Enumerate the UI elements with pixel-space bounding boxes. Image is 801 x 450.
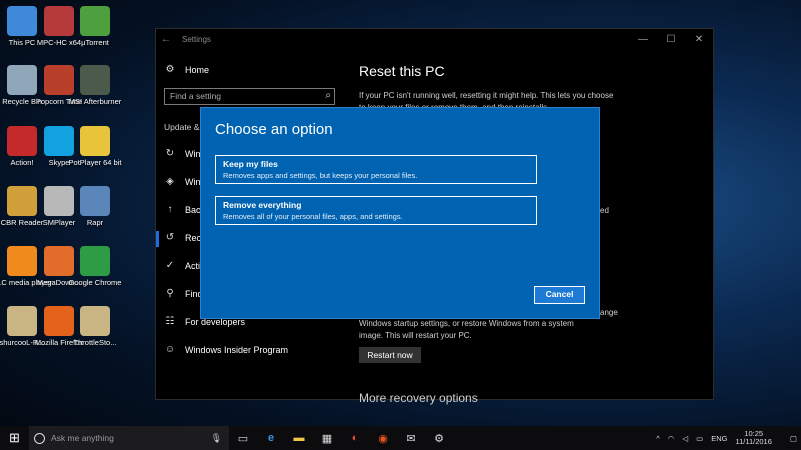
- backup-icon: ↑: [167, 204, 173, 215]
- restart-now-button[interactable]: Restart now: [359, 347, 421, 363]
- option-subtitle: Removes apps and settings, but keeps you…: [223, 171, 418, 180]
- desktop-icon-label: Rapr: [86, 218, 104, 227]
- edge-browser-icon[interactable]: e: [257, 432, 285, 444]
- clock-date: 11/11/2016: [735, 437, 772, 446]
- close-button[interactable]: ✕: [685, 34, 713, 45]
- choose-option-dialog: Choose an option Keep my files Removes a…: [201, 108, 599, 318]
- mail-icon[interactable]: ✉: [397, 432, 425, 445]
- option-subtitle: Removes all of your personal files, apps…: [223, 212, 403, 221]
- developer-icon: ☷: [165, 316, 175, 327]
- desktop-icon[interactable]: Rapr: [65, 186, 125, 227]
- app-icon: [80, 246, 110, 276]
- insider-icon: ☺: [164, 344, 176, 355]
- option-title: Keep my files: [223, 159, 278, 169]
- window-title: Settings: [182, 34, 211, 44]
- volume-icon[interactable]: ◁: [682, 434, 688, 443]
- ubuntu-icon[interactable]: ◉: [369, 432, 397, 445]
- nav-item[interactable]: ↻ Wind: [164, 148, 206, 159]
- shield-icon: ◈: [166, 176, 174, 187]
- title-bar: ← Settings — ☐ ✕: [156, 29, 713, 49]
- desktop-icon[interactable]: MSI Afterburner: [65, 65, 125, 106]
- nav-item[interactable]: ⚲ Find: [164, 288, 203, 299]
- cortana-search-box[interactable]: Ask me anything 🎙: [29, 426, 229, 450]
- section-header: Update &: [164, 122, 200, 132]
- maximize-button[interactable]: ☐: [657, 34, 685, 45]
- nav-item-label: Windows Insider Program: [185, 344, 289, 355]
- clock[interactable]: 10:25 11/11/2016: [735, 430, 771, 446]
- app-icon: [80, 186, 110, 216]
- desktop-icon[interactable]: PotPlayer 64 bit: [65, 126, 125, 167]
- desktop-icon-label: Google Chrome: [68, 278, 122, 287]
- desktop-icon-label: ThrottleSto...: [73, 338, 117, 347]
- nav-home[interactable]: ⚙ Home: [164, 64, 210, 75]
- reset-title: Reset this PC: [359, 63, 445, 79]
- find-setting-input[interactable]: Find a setting ⌕: [164, 88, 335, 105]
- refresh-icon: ↻: [165, 148, 175, 159]
- find-device-icon: ⚲: [166, 288, 174, 299]
- more-recovery-heading: More recovery options: [359, 391, 478, 405]
- action-center-icon[interactable]: ▢: [790, 434, 797, 443]
- keep-my-files-option[interactable]: Keep my files Removes apps and settings,…: [215, 155, 537, 184]
- search-icon: ⌕: [325, 90, 331, 101]
- obscured-text-ed: ed: [600, 206, 609, 215]
- nav-item[interactable]: ☺ Windows Insider Program: [164, 344, 288, 355]
- dialog-title: Choose an option: [215, 121, 333, 138]
- task-view-icon[interactable]: ▭: [229, 432, 257, 445]
- file-explorer-icon[interactable]: ▬: [285, 432, 313, 444]
- nav-home-label: Home: [185, 64, 210, 75]
- desktop-icon[interactable]: µTorrent: [65, 6, 125, 47]
- app-circle-icon[interactable]: ◐: [341, 432, 369, 444]
- nav-item[interactable]: ↑ Back: [164, 204, 206, 215]
- network-icon[interactable]: ◠: [668, 434, 675, 443]
- taskbar-search-placeholder: Ask me anything: [51, 433, 114, 443]
- obscured-text-ange: ange: [600, 308, 618, 317]
- option-title: Remove everything: [223, 200, 302, 210]
- back-arrow-icon[interactable]: ←: [156, 34, 176, 45]
- cancel-button[interactable]: Cancel: [534, 286, 585, 304]
- system-tray: ^ ◠ ◁ ▭ ENG 10:25 11/11/2016 ▢: [652, 426, 801, 450]
- selected-indicator: [156, 231, 159, 247]
- gear-icon: ⚙: [165, 64, 175, 75]
- app-icon: [80, 126, 110, 156]
- nav-item[interactable]: ↺ Reco: [164, 232, 206, 243]
- advanced-startup-description: Windows startup settings, or restore Win…: [359, 319, 574, 340]
- desktop-icon[interactable]: ThrottleSto...: [65, 306, 125, 347]
- activation-icon: ✓: [165, 260, 175, 271]
- settings-gear-icon[interactable]: ⚙: [425, 432, 453, 445]
- nav-item-label: Find: [185, 288, 203, 299]
- app-icon: [80, 6, 110, 36]
- remove-everything-option[interactable]: Remove everything Removes all of your pe…: [215, 196, 537, 225]
- nav-item[interactable]: ◈ Wind: [164, 176, 205, 187]
- language-indicator[interactable]: ENG: [711, 434, 727, 443]
- store-icon[interactable]: ▦: [313, 432, 341, 445]
- nav-item-label: For developers: [185, 316, 246, 327]
- recovery-icon: ↺: [165, 232, 175, 243]
- minimize-button[interactable]: —: [629, 34, 657, 45]
- nav-item[interactable]: ✓ Activ: [164, 260, 205, 271]
- cortana-icon: [34, 432, 45, 444]
- windows-start-icon[interactable]: ⊞: [0, 430, 29, 446]
- app-icon: [80, 65, 110, 95]
- desktop-icon-label: MSI Afterburner: [68, 97, 122, 106]
- search-placeholder: Find a setting: [170, 91, 222, 101]
- microphone-icon[interactable]: 🎙: [211, 433, 222, 444]
- chevron-up-icon[interactable]: ^: [656, 434, 660, 443]
- taskbar: ⊞ Ask me anything 🎙 ▭ e ▬ ▦ ◐ ◉ ✉ ⚙ ^ ◠ …: [0, 426, 801, 450]
- desktop-icon[interactable]: Google Chrome: [65, 246, 125, 287]
- app-icon: [80, 306, 110, 336]
- desktop-icon-label: PotPlayer 64 bit: [68, 158, 122, 167]
- battery-icon[interactable]: ▭: [696, 434, 703, 443]
- desktop-icon-label: µTorrent: [81, 38, 109, 47]
